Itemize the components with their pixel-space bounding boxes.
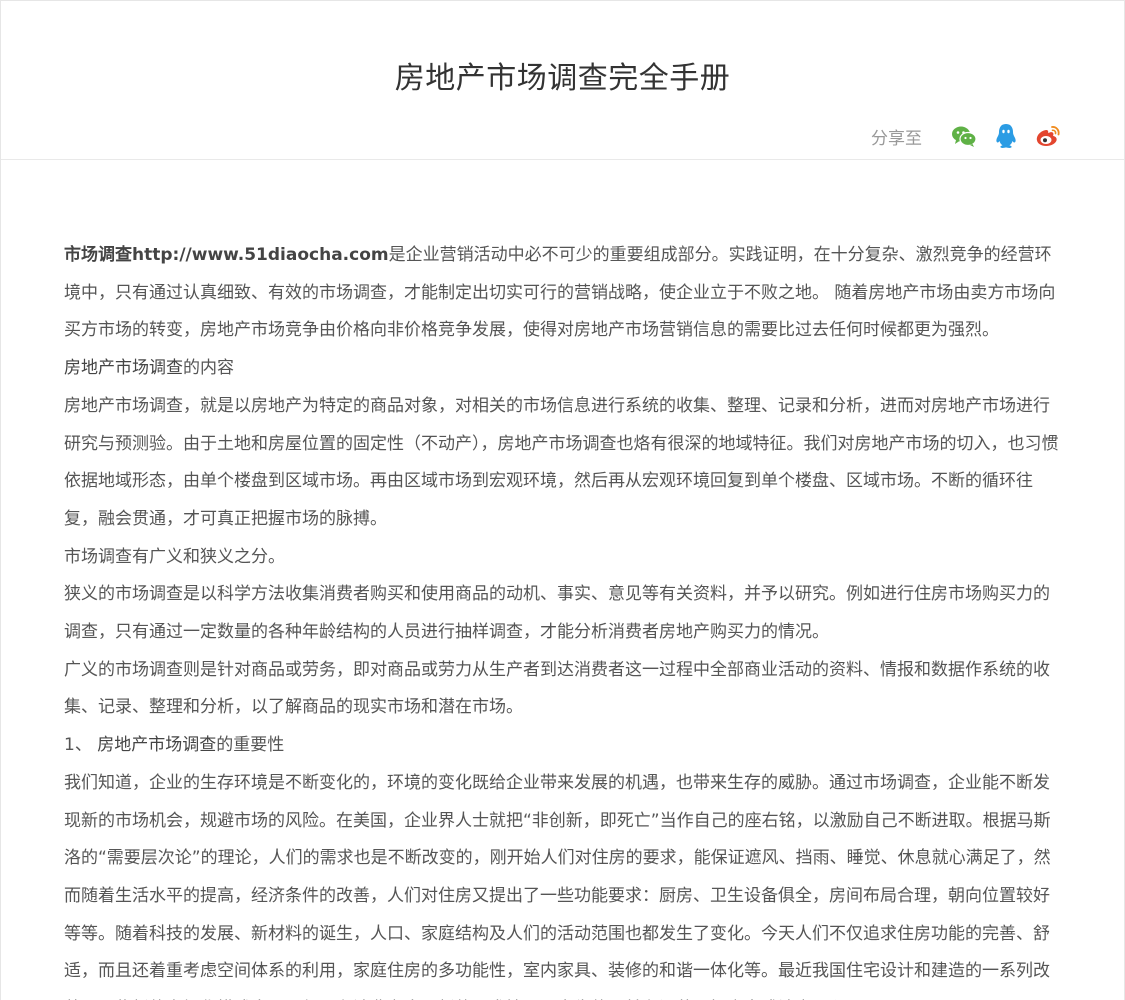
paragraph-importance: 我们知道，企业的生存环境是不断变化的，环境的变化既给企业带来发展的机遇，也带来生… xyxy=(64,772,1051,1000)
paragraph-intro: 市场调查http://www.51diaocha.com是企业营销活动中必不可少… xyxy=(64,237,1064,350)
article-title: 房地产市场调查完全手册 xyxy=(394,61,731,96)
heading-rest: 的内容 xyxy=(183,358,234,379)
paragraph-scope: 市场调查有广义和狭义之分。 xyxy=(64,546,285,567)
share-label: 分享至 xyxy=(871,128,922,149)
paragraph-broad: 广义的市场调查则是针对商品或劳务，即对商品或劳力从生产者到达消费者这一过程中全部… xyxy=(64,659,1050,718)
paragraph-narrow: 狭义的市场调查是以科学方法收集消费者购买和使用商品的动机、事实、意见等有关资料，… xyxy=(64,584,1050,643)
article-body: 市场调查http://www.51diaocha.com是企业营销活动中必不可少… xyxy=(64,237,1064,1000)
qq-icon[interactable] xyxy=(992,122,1020,150)
wechat-icon[interactable] xyxy=(950,122,978,150)
heading-number: 1、 xyxy=(64,735,98,756)
share-bar: 分享至 xyxy=(871,122,1062,150)
heading-rest: 的重要性 xyxy=(216,735,285,756)
article-header: 房地产市场调查完全手册 分享至 xyxy=(1,1,1124,160)
site-link[interactable]: 市场调查http://www.51diaocha.com xyxy=(64,245,389,265)
paragraph-definition: 房地产市场调查，就是以房地产为特定的商品对象，对相关的市场信息进行系统的收集、整… xyxy=(64,395,1059,529)
heading-term: 房地产市场调查 xyxy=(64,358,183,379)
heading-term: 房地产市场调查 xyxy=(97,735,217,756)
section-heading-content: 房地产市场调查的内容 xyxy=(64,350,1064,388)
weibo-icon[interactable] xyxy=(1034,122,1062,150)
section-heading-importance: 1、 房地产市场调查的重要性 xyxy=(64,727,1064,765)
article-page: 房地产市场调查完全手册 分享至 市场调查http://www.51diaocha… xyxy=(0,0,1125,1000)
